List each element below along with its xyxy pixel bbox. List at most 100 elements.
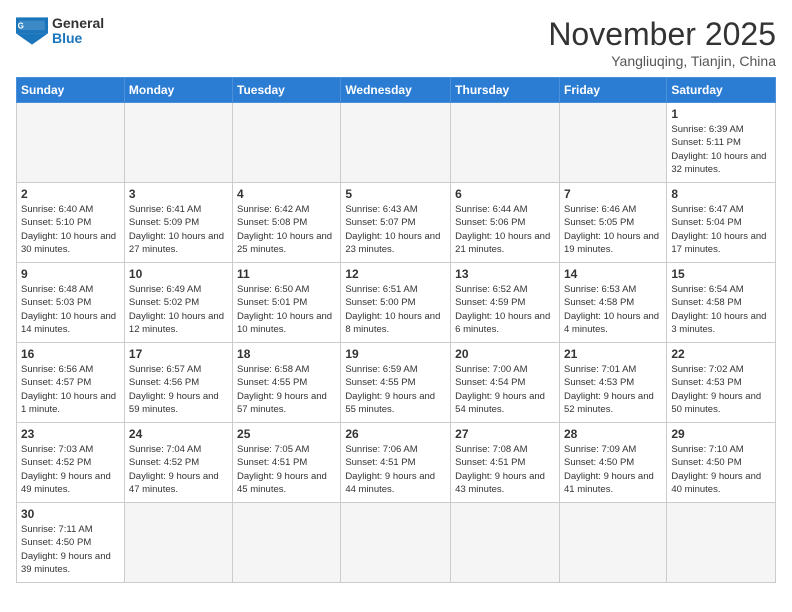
day-number: 25 xyxy=(237,427,336,441)
day-number: 12 xyxy=(345,267,446,281)
calendar-cell: 20 Sunrise: 7:00 AM Sunset: 4:54 PM Dayli… xyxy=(451,343,560,423)
day-info: Sunrise: 6:49 AM Sunset: 5:02 PM Dayligh… xyxy=(129,283,228,336)
calendar-cell: 23Sunrise: 7:03 AM Sunset: 4:52 PM Dayli… xyxy=(17,423,125,503)
day-number: 10 xyxy=(129,267,228,281)
day-info: Sunrise: 6:39 AM Sunset: 5:11 PM Dayligh… xyxy=(671,123,771,176)
logo-icon: G xyxy=(16,17,48,45)
day-number: 19 xyxy=(345,347,446,361)
calendar-cell: 27 Sunrise: 7:08 AM Sunset: 4:51 PM Dayli… xyxy=(451,423,560,503)
calendar-cell: 4 Sunrise: 6:42 AM Sunset: 5:08 PM Daylig… xyxy=(233,183,341,263)
day-number: 27 xyxy=(455,427,555,441)
day-number: 23 xyxy=(21,427,120,441)
day-number: 1 xyxy=(671,107,771,121)
weekday-header-wednesday: Wednesday xyxy=(341,78,451,103)
header: G General Blue November 2025 Yangliuqing… xyxy=(16,16,776,69)
weekday-header-friday: Friday xyxy=(559,78,666,103)
day-number: 20 xyxy=(455,347,555,361)
calendar-cell xyxy=(233,503,341,583)
calendar-cell xyxy=(17,103,125,183)
day-number: 4 xyxy=(237,187,336,201)
day-info: Sunrise: 6:46 AM Sunset: 5:05 PM Dayligh… xyxy=(564,203,662,256)
day-info: Sunrise: 7:08 AM Sunset: 4:51 PM Dayligh… xyxy=(455,443,555,496)
day-info: Sunrise: 7:04 AM Sunset: 4:52 PM Dayligh… xyxy=(129,443,228,496)
day-number: 7 xyxy=(564,187,662,201)
day-info: Sunrise: 7:05 AM Sunset: 4:51 PM Dayligh… xyxy=(237,443,336,496)
day-number: 18 xyxy=(237,347,336,361)
calendar-table: SundayMondayTuesdayWednesdayThursdayFrid… xyxy=(16,77,776,583)
day-info: Sunrise: 7:00 AM Sunset: 4:54 PM Dayligh… xyxy=(455,363,555,416)
day-info: Sunrise: 6:53 AM Sunset: 4:58 PM Dayligh… xyxy=(564,283,662,336)
calendar-cell xyxy=(667,503,776,583)
day-info: Sunrise: 6:59 AM Sunset: 4:55 PM Dayligh… xyxy=(345,363,446,416)
calendar-cell: 3 Sunrise: 6:41 AM Sunset: 5:09 PM Daylig… xyxy=(124,183,232,263)
calendar-cell: 6 Sunrise: 6:44 AM Sunset: 5:06 PM Daylig… xyxy=(451,183,560,263)
day-number: 3 xyxy=(129,187,228,201)
day-number: 2 xyxy=(21,187,120,201)
calendar-cell: 26Sunrise: 7:06 AM Sunset: 4:51 PM Dayli… xyxy=(341,423,451,503)
calendar-cell: 19 Sunrise: 6:59 AM Sunset: 4:55 PM Dayli… xyxy=(341,343,451,423)
calendar-cell xyxy=(559,103,666,183)
calendar-cell: 15Sunrise: 6:54 AM Sunset: 4:58 PM Dayli… xyxy=(667,263,776,343)
day-info: Sunrise: 7:02 AM Sunset: 4:53 PM Dayligh… xyxy=(671,363,771,416)
calendar-cell xyxy=(124,503,232,583)
calendar-week-3: 16Sunrise: 6:56 AM Sunset: 4:57 PM Dayli… xyxy=(17,343,776,423)
title-block: November 2025 Yangliuqing, Tianjin, Chin… xyxy=(548,16,776,69)
logo: G General Blue xyxy=(16,16,104,47)
calendar-week-1: 2Sunrise: 6:40 AM Sunset: 5:10 PM Daylig… xyxy=(17,183,776,263)
day-info: Sunrise: 6:41 AM Sunset: 5:09 PM Dayligh… xyxy=(129,203,228,256)
logo-text: General Blue xyxy=(52,16,104,47)
day-info: Sunrise: 7:06 AM Sunset: 4:51 PM Dayligh… xyxy=(345,443,446,496)
day-number: 6 xyxy=(455,187,555,201)
day-number: 11 xyxy=(237,267,336,281)
day-info: Sunrise: 6:43 AM Sunset: 5:07 PM Dayligh… xyxy=(345,203,446,256)
day-info: Sunrise: 6:42 AM Sunset: 5:08 PM Dayligh… xyxy=(237,203,336,256)
calendar-cell: 16Sunrise: 6:56 AM Sunset: 4:57 PM Dayli… xyxy=(17,343,125,423)
day-info: Sunrise: 7:09 AM Sunset: 4:50 PM Dayligh… xyxy=(564,443,662,496)
day-info: Sunrise: 6:52 AM Sunset: 4:59 PM Dayligh… xyxy=(455,283,555,336)
day-number: 28 xyxy=(564,427,662,441)
calendar-week-4: 23Sunrise: 7:03 AM Sunset: 4:52 PM Dayli… xyxy=(17,423,776,503)
day-number: 9 xyxy=(21,267,120,281)
calendar-cell: 9 Sunrise: 6:48 AM Sunset: 5:03 PM Daylig… xyxy=(17,263,125,343)
calendar-cell: 22 Sunrise: 7:02 AM Sunset: 4:53 PM Dayli… xyxy=(667,343,776,423)
calendar-week-5: 30 Sunrise: 7:11 AM Sunset: 4:50 PM Dayli… xyxy=(17,503,776,583)
calendar-cell: 11 Sunrise: 6:50 AM Sunset: 5:01 PM Dayli… xyxy=(233,263,341,343)
calendar-cell xyxy=(559,503,666,583)
day-number: 22 xyxy=(671,347,771,361)
month-title: November 2025 xyxy=(548,16,776,53)
calendar-cell xyxy=(341,503,451,583)
day-number: 8 xyxy=(671,187,771,201)
calendar-cell: 14 Sunrise: 6:53 AM Sunset: 4:58 PM Dayli… xyxy=(559,263,666,343)
day-number: 29 xyxy=(671,427,771,441)
day-number: 13 xyxy=(455,267,555,281)
calendar-cell: 13 Sunrise: 6:52 AM Sunset: 4:59 PM Dayli… xyxy=(451,263,560,343)
day-number: 30 xyxy=(21,507,120,521)
day-number: 21 xyxy=(564,347,662,361)
calendar-cell: 12Sunrise: 6:51 AM Sunset: 5:00 PM Dayli… xyxy=(341,263,451,343)
day-info: Sunrise: 6:48 AM Sunset: 5:03 PM Dayligh… xyxy=(21,283,120,336)
calendar-cell: 10 Sunrise: 6:49 AM Sunset: 5:02 PM Dayli… xyxy=(124,263,232,343)
day-info: Sunrise: 7:11 AM Sunset: 4:50 PM Dayligh… xyxy=(21,523,120,576)
day-number: 14 xyxy=(564,267,662,281)
day-info: Sunrise: 6:44 AM Sunset: 5:06 PM Dayligh… xyxy=(455,203,555,256)
calendar-cell: 17Sunrise: 6:57 AM Sunset: 4:56 PM Dayli… xyxy=(124,343,232,423)
weekday-header-saturday: Saturday xyxy=(667,78,776,103)
calendar-cell: 21 Sunrise: 7:01 AM Sunset: 4:53 PM Dayli… xyxy=(559,343,666,423)
calendar-cell: 29Sunrise: 7:10 AM Sunset: 4:50 PM Dayli… xyxy=(667,423,776,503)
calendar-cell xyxy=(451,103,560,183)
day-number: 5 xyxy=(345,187,446,201)
calendar-cell: 8 Sunrise: 6:47 AM Sunset: 5:04 PM Daylig… xyxy=(667,183,776,263)
day-info: Sunrise: 7:01 AM Sunset: 4:53 PM Dayligh… xyxy=(564,363,662,416)
day-number: 16 xyxy=(21,347,120,361)
calendar-cell xyxy=(124,103,232,183)
day-info: Sunrise: 6:57 AM Sunset: 4:56 PM Dayligh… xyxy=(129,363,228,416)
day-info: Sunrise: 6:47 AM Sunset: 5:04 PM Dayligh… xyxy=(671,203,771,256)
calendar-cell: 30 Sunrise: 7:11 AM Sunset: 4:50 PM Dayli… xyxy=(17,503,125,583)
day-number: 24 xyxy=(129,427,228,441)
day-info: Sunrise: 6:50 AM Sunset: 5:01 PM Dayligh… xyxy=(237,283,336,336)
day-info: Sunrise: 6:58 AM Sunset: 4:55 PM Dayligh… xyxy=(237,363,336,416)
location-subtitle: Yangliuqing, Tianjin, China xyxy=(548,53,776,69)
calendar-cell: 25 Sunrise: 7:05 AM Sunset: 4:51 PM Dayli… xyxy=(233,423,341,503)
calendar-cell xyxy=(233,103,341,183)
weekday-header-thursday: Thursday xyxy=(451,78,560,103)
